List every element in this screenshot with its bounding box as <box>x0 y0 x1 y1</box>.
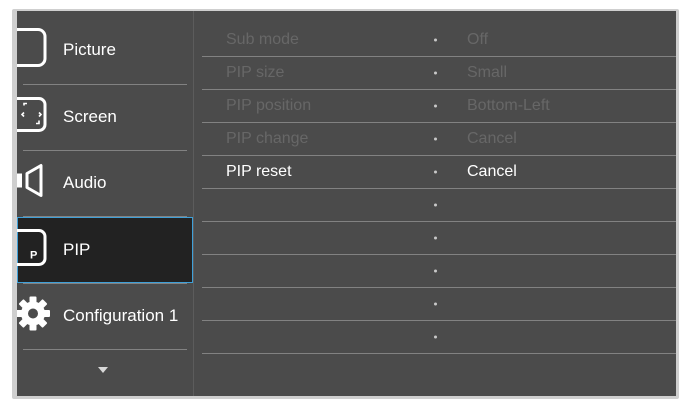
speaker-icon <box>17 160 51 207</box>
chevron-down-icon[interactable] <box>98 367 108 373</box>
sidebar-item-audio[interactable]: Audio <box>17 150 193 216</box>
separator-dot <box>434 203 437 206</box>
setting-name: PIP position <box>226 96 312 114</box>
separator-dot <box>434 269 437 272</box>
pip-icon-text: P <box>30 249 38 262</box>
picture-icon <box>9 27 51 74</box>
setting-row-pip-position[interactable]: PIP position Bottom-Left <box>202 89 676 122</box>
sidebar: Picture Screen Audio P PIP Configuration… <box>9 11 193 396</box>
setting-row-empty <box>202 254 676 287</box>
setting-row-pip-size[interactable]: PIP size Small <box>202 56 676 89</box>
sidebar-item-configuration-1[interactable]: Configuration 1 <box>16 283 193 349</box>
setting-row-sub-mode[interactable]: Sub mode Off <box>202 23 676 56</box>
separator-dot <box>434 71 437 74</box>
separator-dot <box>434 302 437 305</box>
column-divider <box>193 11 194 396</box>
separator-dot <box>434 38 437 41</box>
separator-dot <box>434 236 437 239</box>
setting-value: Small <box>467 63 508 81</box>
sidebar-item-screen[interactable]: Screen <box>9 84 193 150</box>
setting-row-empty <box>202 287 676 320</box>
setting-row-empty <box>202 188 676 221</box>
setting-row-empty <box>202 320 676 353</box>
setting-value: Bottom-Left <box>467 96 550 114</box>
sidebar-item-label: Picture <box>63 40 116 59</box>
sidebar-item-picture[interactable]: Picture <box>9 17 193 83</box>
separator-dot <box>434 170 437 173</box>
setting-row-pip-reset[interactable]: PIP reset Cancel <box>202 155 676 188</box>
setting-row-empty <box>202 221 676 254</box>
setting-value: Cancel <box>467 129 517 147</box>
gear-icon <box>16 293 57 340</box>
separator-dot <box>434 104 437 107</box>
separator-dot <box>434 335 437 338</box>
separator-dot <box>434 137 437 140</box>
setting-value: Off <box>467 30 489 48</box>
setting-name: Sub mode <box>226 30 299 48</box>
setting-value: Cancel <box>467 162 517 180</box>
row-divider <box>202 353 676 354</box>
setting-name: PIP reset <box>226 162 292 180</box>
screen-icon <box>9 94 51 141</box>
osd-menu-panel: Picture Screen Audio P PIP Configuration… <box>9 11 676 396</box>
sidebar-item-label: Audio <box>63 173 107 192</box>
sidebar-item-label: Screen <box>63 107 117 126</box>
setting-name: PIP size <box>226 63 285 81</box>
pip-icon: P <box>9 227 51 274</box>
setting-name: PIP change <box>226 129 309 147</box>
sidebar-item-label: Configuration 1 <box>63 306 179 325</box>
sidebar-item-label: PIP <box>63 240 91 259</box>
sidebar-item-pip[interactable]: P PIP <box>9 217 193 283</box>
setting-row-pip-change[interactable]: PIP change Cancel <box>202 122 676 155</box>
sidebar-divider <box>23 349 187 350</box>
